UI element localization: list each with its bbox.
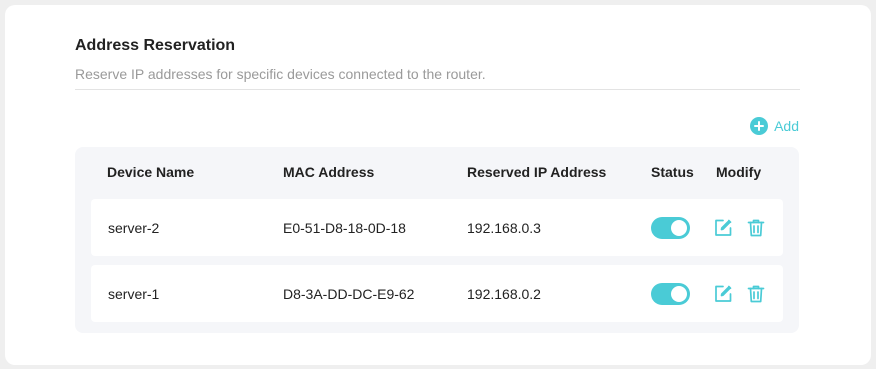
reservation-table: Device Name MAC Address Reserved IP Addr… [75, 147, 799, 333]
toggle-knob [671, 286, 687, 302]
table-row: server-2 E0-51-D8-18-0D-18 192.168.0.3 [91, 199, 783, 256]
reserved-ip-cell: 192.168.0.2 [467, 286, 541, 302]
column-header-reserved-ip: Reserved IP Address [467, 164, 607, 180]
column-header-modify: Modify [716, 164, 762, 180]
section-subtitle: Reserve IP addresses for specific device… [75, 66, 486, 82]
address-reservation-card: Address Reservation Reserve IP addresses… [5, 5, 871, 365]
column-header-status: Status [651, 164, 694, 180]
edit-icon[interactable] [713, 284, 733, 304]
mac-address-cell: E0-51-D8-18-0D-18 [283, 220, 406, 236]
trash-icon[interactable] [746, 284, 766, 304]
edit-icon[interactable] [713, 218, 733, 238]
table-row: server-1 D8-3A-DD-DC-E9-62 192.168.0.2 [91, 265, 783, 322]
reserved-ip-cell: 192.168.0.3 [467, 220, 541, 236]
status-toggle[interactable] [651, 217, 690, 239]
plus-circle-icon [750, 117, 769, 135]
device-name-cell: server-1 [108, 286, 160, 302]
toggle-knob [671, 220, 687, 236]
column-header-device-name: Device Name [107, 164, 195, 180]
mac-address-cell: D8-3A-DD-DC-E9-62 [283, 286, 415, 302]
device-name-cell: server-2 [108, 220, 160, 236]
trash-icon[interactable] [746, 218, 766, 238]
add-button[interactable]: Add [750, 117, 799, 135]
table-header: Device Name MAC Address Reserved IP Addr… [75, 147, 799, 197]
column-header-mac-address: MAC Address [283, 164, 375, 180]
status-toggle[interactable] [651, 283, 690, 305]
add-button-label: Add [774, 118, 799, 134]
section-title: Address Reservation [75, 37, 236, 54]
section-divider [75, 89, 800, 90]
